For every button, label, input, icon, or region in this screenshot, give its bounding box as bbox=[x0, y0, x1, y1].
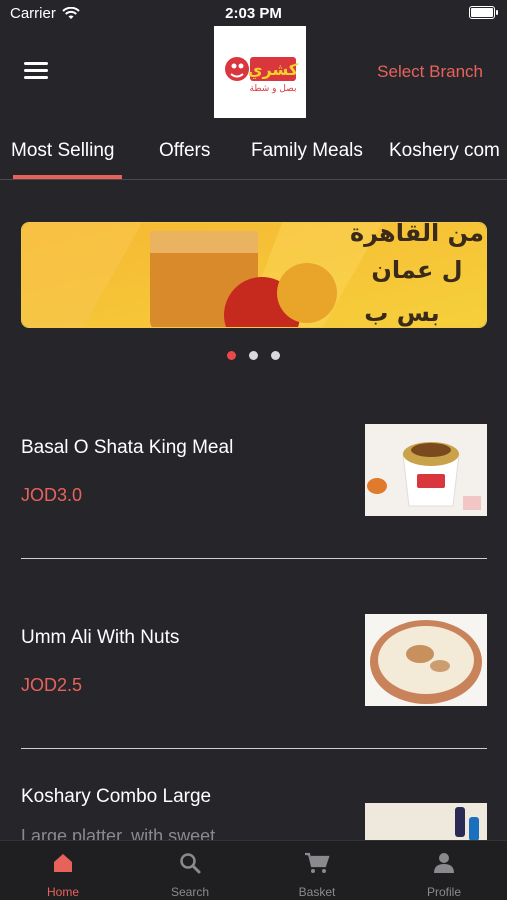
item-name: Umm Ali With Nuts bbox=[21, 627, 180, 648]
divider bbox=[21, 558, 487, 559]
tabbar-label: Home bbox=[46, 885, 79, 899]
tab-family-meals[interactable]: Family Meals bbox=[251, 140, 363, 162]
menu-item[interactable]: Umm Ali With Nuts JOD2.5 bbox=[0, 590, 507, 750]
item-name: Basal O Shata King Meal bbox=[21, 437, 234, 458]
item-price: JOD2.5 bbox=[21, 675, 83, 695]
divider bbox=[21, 748, 487, 749]
brand-logo: كشري بصل و شطة bbox=[214, 26, 306, 118]
banner-dot-1[interactable] bbox=[227, 351, 236, 360]
tabbar-profile[interactable]: Profile bbox=[381, 841, 507, 900]
hamburger-menu-button[interactable] bbox=[24, 62, 48, 80]
tab-most-selling[interactable]: Most Selling bbox=[11, 140, 115, 162]
tabbar-search[interactable]: Search bbox=[127, 841, 253, 900]
item-price: JOD3.0 bbox=[21, 485, 83, 505]
tab-koshery-combo[interactable]: Koshery com bbox=[389, 140, 500, 162]
tabbar-label: Search bbox=[170, 885, 210, 899]
tabbar-home[interactable]: Home bbox=[0, 841, 126, 900]
clock: 2:03 PM bbox=[225, 5, 282, 22]
promo-banner[interactable]: من القاهرة ل عمان بس ب bbox=[21, 222, 487, 328]
item-description: Large platter, with sweet bbox=[21, 826, 216, 840]
status-bar: Carrier 2:03 PM bbox=[0, 0, 507, 26]
select-branch-button[interactable]: Select Branch bbox=[377, 62, 483, 82]
menu-item[interactable]: Basal O Shata King Meal JOD3.0 bbox=[0, 400, 507, 560]
tab-offers[interactable]: Offers bbox=[159, 140, 210, 162]
item-name: Koshary Combo Large bbox=[21, 786, 212, 807]
app-header: كشري بصل و شطة Select Branch bbox=[0, 26, 507, 118]
menu-item[interactable]: Koshary Combo Large Large platter, with … bbox=[0, 770, 507, 840]
cart-icon bbox=[305, 852, 330, 873]
banner-dot-2[interactable] bbox=[249, 351, 258, 360]
svg-text:من القاهرة: من القاهرة bbox=[350, 223, 484, 247]
item-image bbox=[365, 614, 487, 706]
battery-icon bbox=[469, 6, 498, 19]
search-icon bbox=[180, 853, 201, 874]
tabbar-label: Profile bbox=[426, 885, 461, 899]
category-tabs: Most Selling Offers Family Meals Koshery… bbox=[0, 128, 507, 180]
banner-dot-3[interactable] bbox=[271, 351, 280, 360]
profile-icon bbox=[434, 853, 454, 873]
svg-text:ل عمان: ل عمان bbox=[371, 256, 462, 284]
home-icon bbox=[54, 854, 72, 872]
tabbar-basket[interactable]: Basket bbox=[254, 841, 380, 900]
banner-pagination bbox=[0, 351, 507, 360]
item-image bbox=[365, 424, 487, 516]
svg-text:بصل و شطة: بصل و شطة bbox=[250, 84, 297, 94]
bottom-tab-bar: Home Search Basket Profile bbox=[0, 840, 507, 900]
item-image bbox=[365, 803, 487, 840]
svg-text:كشري: كشري bbox=[248, 60, 299, 80]
tabbar-label: Basket bbox=[298, 885, 336, 899]
active-tab-indicator bbox=[13, 175, 122, 179]
svg-text:بس ب: بس ب bbox=[364, 299, 439, 327]
